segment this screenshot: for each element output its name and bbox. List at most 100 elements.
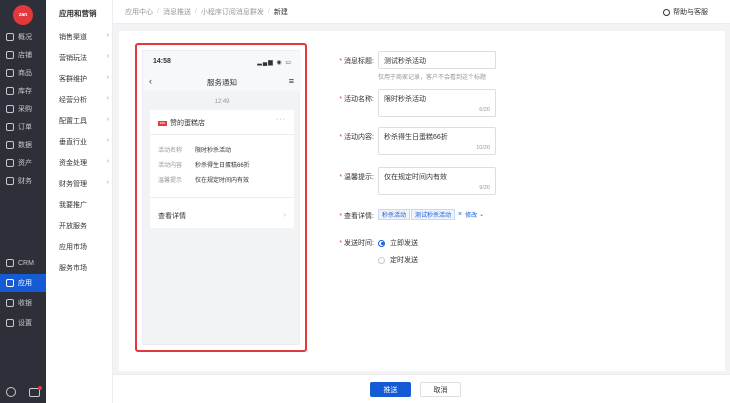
subnav-item-label: 营销玩法 (59, 55, 87, 62)
chevron-right-icon: › (106, 137, 109, 144)
subnav-item-service-market[interactable]: 服务市场 (59, 263, 109, 273)
message-field: 活动名称 限时秒杀活动 (158, 145, 231, 154)
subnav-item-app-market[interactable]: 应用市场 (59, 242, 109, 252)
subnav-item-label: 我要推广 (59, 202, 87, 209)
send-now-radio[interactable]: 立即发送 (378, 238, 418, 248)
help-button[interactable]: 帮助与客服 (663, 7, 708, 17)
edit-link[interactable]: 修改 (465, 210, 477, 219)
nav-bottom-bar (0, 381, 46, 403)
activity-name-label: * 活动名称: (339, 96, 374, 103)
nav-item-purchase[interactable]: 采购 (0, 100, 46, 118)
nav-item-settings[interactable]: 设置 (0, 314, 46, 332)
field-key: 活动内容 (158, 163, 183, 169)
order-icon (6, 123, 14, 131)
message-shop: zan 赞的蛋糕店 (158, 118, 205, 128)
breadcrumb: 应用中心 / 消息推送 / 小程序订阅消息群发 / 新建 帮助与客服 (113, 0, 730, 24)
field-key: 温馨提示 (158, 178, 183, 184)
subnav-item-finance[interactable]: 财务管理 › (59, 179, 109, 189)
search-icon[interactable] (6, 387, 17, 397)
breadcrumb-current: 新建 (273, 8, 288, 16)
chevron-right-icon: › (106, 74, 109, 81)
nav-item-label: 数据 (18, 142, 32, 149)
search-icon (663, 8, 670, 16)
chevron-right-icon: › (283, 210, 286, 219)
shop-logo: zan (158, 120, 167, 126)
activity-name-value: 限时秒杀活动 (384, 96, 426, 103)
title-hint: 仅用于商家记录，客户不会看到这个标题 (378, 75, 487, 81)
chevron-down-icon[interactable]: ⌄ (479, 211, 484, 218)
tip-field[interactable]: 仅在规定时间内有效 9/20 (378, 167, 496, 195)
field-value: 秒杀得生日蛋糕66折 (195, 163, 250, 169)
nav-item-label: 财务 (18, 178, 32, 185)
main-sidebar: zan 概况 店铺 商品 库存 采购 订单 数据 资产 财务 CRM 应用 收银… (0, 0, 46, 403)
subnav-item-vertical[interactable]: 垂直行业 › (59, 137, 109, 147)
logo[interactable]: zan (13, 5, 33, 25)
subnav-item-label: 资金处理 (59, 160, 87, 167)
nav-item-asset[interactable]: 资产 (0, 154, 46, 172)
breadcrumb-item[interactable]: 小程序订阅消息群发 (201, 7, 264, 17)
nav-item-apps[interactable]: 应用 (0, 274, 46, 292)
breadcrumb-item[interactable]: 消息推送 (163, 7, 191, 17)
subnav-item-label: 客群维护 (59, 76, 87, 83)
subnav-item-promote[interactable]: 我要推广 (59, 200, 109, 210)
nav-item-label: 采购 (18, 106, 32, 113)
subnav-item-label: 垂直行业 (59, 139, 87, 146)
subnav-item-sales-channel[interactable]: 销售渠道 › (59, 32, 109, 42)
subnav-item-label: 服务市场 (59, 265, 87, 272)
nav-item-label: 概况 (18, 34, 32, 41)
subnav-item-open-service[interactable]: 开放服务 (59, 221, 109, 231)
chevron-right-icon: › (106, 158, 109, 165)
nav-item-crm[interactable]: CRM (0, 254, 46, 272)
nav-item-label: 订单 (18, 124, 32, 131)
purchase-icon (6, 105, 14, 113)
chevron-right-icon: › (106, 116, 109, 123)
nav-item-overview[interactable]: 概况 (0, 28, 46, 46)
message-field: 温馨提示 仅在规定时间内有效 (158, 175, 249, 184)
subnav-item-funds[interactable]: 资金处理 › (59, 158, 109, 168)
subnav-item-marketing[interactable]: 营销玩法 › (59, 53, 109, 63)
help-label: 帮助与客服 (673, 9, 708, 16)
chevron-right-icon: › (106, 95, 109, 102)
nav-item-label: 资产 (18, 160, 32, 167)
send-time-label: * 发送时间: (339, 240, 374, 247)
detail-label: * 查看详情: (339, 213, 374, 220)
message-detail-link: 查看详情 (158, 213, 186, 220)
nav-item-order[interactable]: 订单 (0, 118, 46, 136)
char-count: 6/20 (479, 107, 490, 113)
send-scheduled-radio[interactable]: 定时发送 (378, 255, 418, 265)
menu-icon: ≡ (288, 76, 294, 86)
chevron-right-icon: › (106, 32, 109, 39)
more-icon: ··· (276, 116, 286, 123)
store-icon (6, 51, 14, 59)
subnav-item-config[interactable]: 配置工具 › (59, 116, 109, 126)
tip-value: 仅在规定时间内有效 (384, 174, 447, 181)
footer-bar: 推送 取消 (113, 374, 730, 403)
activity-name-field[interactable]: 限时秒杀活动 6/20 (378, 89, 496, 117)
crm-icon (6, 259, 14, 267)
subnav-item-analysis[interactable]: 经营分析 › (59, 95, 109, 105)
field-value: 限时秒杀活动 (195, 148, 232, 154)
submit-button[interactable]: 推送 (370, 382, 411, 397)
activity-content-field[interactable]: 秒杀得生日蛋糕66折 10/20 (378, 127, 496, 155)
message-icon[interactable] (28, 385, 42, 397)
app-root: zan 概况 店铺 商品 库存 采购 订单 数据 资产 财务 CRM 应用 收银… (0, 0, 730, 403)
subnav-item-label: 财务管理 (59, 181, 87, 188)
nav-item-inventory[interactable]: 库存 (0, 82, 46, 100)
title-field[interactable]: 测试秒杀活动 (378, 51, 496, 69)
nav-item-finance[interactable]: 财务 (0, 172, 46, 190)
nav-item-store[interactable]: 店铺 (0, 46, 46, 64)
close-icon[interactable]: × (458, 211, 462, 218)
phone-nav-bar: ‹ 服务通知 ≡ (143, 73, 301, 91)
nav-item-cashier[interactable]: 收银 (0, 294, 46, 312)
subnav-item-label: 配置工具 (59, 118, 87, 125)
nav-item-data[interactable]: 数据 (0, 136, 46, 154)
notification-dot (37, 385, 42, 390)
settings-icon (6, 319, 14, 327)
subnav-item-customer[interactable]: 客群维护 › (59, 74, 109, 84)
cancel-button[interactable]: 取消 (420, 382, 461, 397)
nav-item-label: 店铺 (18, 52, 32, 59)
chevron-right-icon: › (106, 53, 109, 60)
nav-item-goods[interactable]: 商品 (0, 64, 46, 82)
message-time: 12:49 (214, 99, 230, 105)
breadcrumb-item[interactable]: 应用中心 (125, 7, 153, 17)
